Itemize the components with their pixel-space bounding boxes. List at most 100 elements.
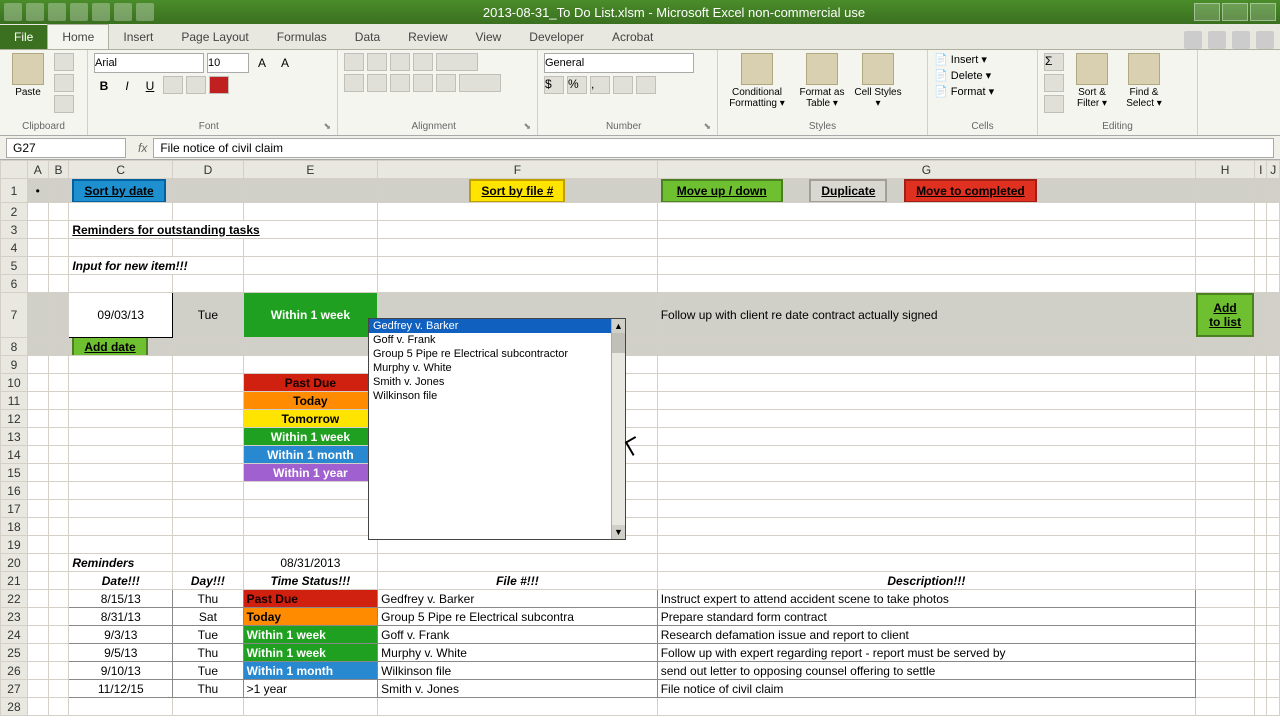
autosum-icon[interactable]: Σ (1044, 53, 1064, 71)
tab-acrobat[interactable]: Acrobat (598, 25, 667, 49)
tab-developer[interactable]: Developer (515, 25, 598, 49)
cell[interactable] (378, 239, 658, 257)
row-header[interactable]: 5 (1, 257, 28, 275)
cell[interactable] (1255, 644, 1267, 662)
percent-icon[interactable]: % (567, 76, 587, 94)
col-header[interactable]: H (1196, 161, 1255, 179)
task-status[interactable]: Within 1 week (243, 626, 378, 644)
cell[interactable] (27, 500, 48, 518)
fill-color-icon[interactable] (186, 76, 206, 94)
alignment-launcher-icon[interactable]: ⬊ (523, 121, 531, 132)
select-all-corner[interactable] (1, 161, 28, 179)
cell[interactable] (1267, 356, 1280, 374)
name-box[interactable] (6, 138, 126, 158)
add-to-list-button[interactable]: Addto list (1196, 293, 1254, 337)
task-file[interactable]: Smith v. Jones (378, 680, 658, 698)
cell[interactable] (69, 536, 173, 554)
cell[interactable] (1255, 698, 1267, 716)
cell[interactable] (1255, 500, 1267, 518)
cell[interactable] (378, 275, 658, 293)
cell[interactable] (657, 410, 1195, 428)
task-day[interactable]: Tue (173, 626, 243, 644)
cell[interactable]: Add date (69, 338, 173, 356)
cell[interactable] (69, 500, 173, 518)
tab-review[interactable]: Review (394, 25, 461, 49)
task-day[interactable]: Thu (173, 590, 243, 608)
format-table-button[interactable]: Format as Table ▾ (794, 53, 850, 109)
sort-filter-button[interactable]: Sort & Filter ▾ (1068, 53, 1116, 109)
cell[interactable] (1267, 239, 1280, 257)
fill-icon[interactable] (1044, 74, 1064, 92)
task-status[interactable]: Past Due (243, 590, 378, 608)
cell[interactable] (48, 608, 69, 626)
task-day[interactable]: Thu (173, 680, 243, 698)
cell[interactable] (1255, 293, 1267, 338)
cell[interactable] (1255, 179, 1267, 203)
cell[interactable] (1255, 590, 1267, 608)
row-header[interactable]: 4 (1, 239, 28, 257)
row-header[interactable]: 3 (1, 221, 28, 239)
cell[interactable] (1196, 239, 1255, 257)
task-description[interactable]: Research defamation issue and report to … (657, 626, 1195, 644)
cell[interactable] (48, 626, 69, 644)
cell[interactable] (48, 410, 69, 428)
tab-page-layout[interactable]: Page Layout (167, 25, 262, 49)
cell[interactable] (48, 590, 69, 608)
cell[interactable] (69, 374, 173, 392)
help-icon[interactable] (1208, 31, 1226, 49)
cell[interactable] (1255, 257, 1267, 275)
cell[interactable] (69, 482, 173, 500)
font-size-select[interactable] (207, 53, 249, 73)
row-header[interactable]: 15 (1, 464, 28, 482)
col-header[interactable]: E (243, 161, 378, 179)
row-header[interactable]: 2 (1, 203, 28, 221)
delete-cells-button[interactable]: 📄 Delete ▾ (934, 69, 1031, 82)
cell[interactable] (657, 338, 1195, 356)
cell[interactable] (1196, 410, 1255, 428)
cell[interactable] (1196, 644, 1255, 662)
cell[interactable] (1255, 221, 1267, 239)
input-description[interactable]: Follow up with client re date contract a… (657, 293, 1195, 338)
cell[interactable] (27, 203, 48, 221)
wrap-text-icon[interactable] (436, 53, 478, 71)
cell[interactable] (1267, 410, 1280, 428)
cell[interactable] (657, 239, 1195, 257)
cell[interactable] (1255, 536, 1267, 554)
cell[interactable] (1196, 338, 1255, 356)
cell[interactable] (1267, 536, 1280, 554)
cell[interactable] (1196, 428, 1255, 446)
minimize-ribbon-icon[interactable] (1184, 31, 1202, 49)
task-description[interactable]: send out letter to opposing counsel offe… (657, 662, 1195, 680)
conditional-formatting-button[interactable]: Conditional Formatting ▾ (724, 53, 790, 109)
cell[interactable] (657, 221, 1195, 239)
task-day[interactable]: Tue (173, 662, 243, 680)
row-header[interactable]: 22 (1, 590, 28, 608)
clear-icon[interactable] (1044, 95, 1064, 113)
cell[interactable] (657, 257, 1195, 275)
move-to-completed-button[interactable]: Move to completed (904, 179, 1037, 203)
cell[interactable] (48, 239, 69, 257)
cell[interactable] (243, 518, 378, 536)
font-name-select[interactable] (94, 53, 204, 73)
dropdown-item[interactable]: Wilkinson file (369, 389, 625, 403)
cell[interactable] (173, 179, 243, 203)
cell[interactable] (1255, 680, 1267, 698)
row-header[interactable]: 18 (1, 518, 28, 536)
format-cells-button[interactable]: 📄 Format ▾ (934, 85, 1031, 98)
cell[interactable] (69, 446, 173, 464)
cell[interactable] (173, 410, 243, 428)
row-header[interactable]: 9 (1, 356, 28, 374)
cell[interactable] (173, 554, 243, 572)
cell[interactable] (173, 392, 243, 410)
input-date[interactable]: 09/03/13 (69, 293, 173, 338)
comma-icon[interactable]: , (590, 76, 610, 94)
format-painter-icon[interactable] (54, 95, 74, 113)
cell[interactable] (27, 410, 48, 428)
cell[interactable] (657, 698, 1195, 716)
cell[interactable] (378, 221, 658, 239)
task-description[interactable]: Instruct expert to attend accident scene… (657, 590, 1195, 608)
task-date[interactable]: 8/15/13 (69, 590, 173, 608)
task-file[interactable]: Group 5 Pipe re Electrical subcontra (378, 608, 658, 626)
cell[interactable] (173, 518, 243, 536)
cell[interactable] (27, 608, 48, 626)
